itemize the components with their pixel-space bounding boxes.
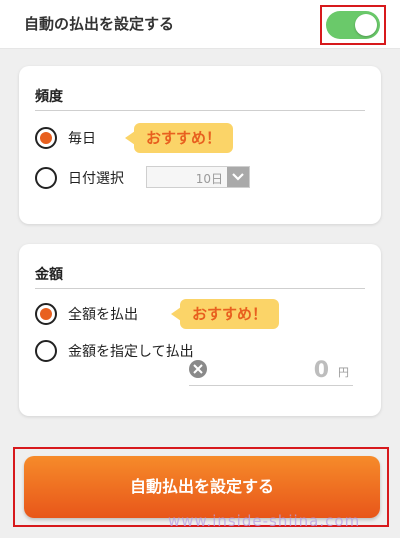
amount-card: 金額 全額を払出 おすすめ！ 金額を指定して払出 0 円 [19, 244, 381, 416]
submit-button[interactable]: 自動払出を設定する [24, 456, 380, 518]
divider [35, 110, 365, 111]
amount-unit: 円 [338, 366, 349, 379]
auto-withdraw-toggle[interactable] [326, 11, 380, 39]
radio-date-select[interactable] [35, 167, 57, 189]
clear-icon[interactable] [189, 360, 207, 378]
radio-daily[interactable] [35, 127, 57, 149]
recommend-badge-amount: おすすめ！ [170, 299, 280, 329]
radio-specify-amount-label[interactable]: 金額を指定して払出 [68, 341, 194, 361]
frequency-card: 頻度 毎日 おすすめ！ 日付選択 10日 [19, 66, 381, 224]
radio-full-amount-label[interactable]: 全額を払出 [68, 304, 138, 324]
amount-title: 金額 [35, 267, 63, 283]
amount-input-value: 0 [313, 358, 329, 383]
radio-specify-amount[interactable] [35, 340, 57, 362]
date-select[interactable]: 10日 [146, 166, 250, 188]
radio-date-select-label[interactable]: 日付選択 [68, 168, 124, 188]
watermark: www.inside-shiina.com [168, 512, 361, 530]
divider [35, 288, 365, 289]
amount-input[interactable]: 0 円 [189, 358, 353, 386]
date-select-value: 10日 [195, 172, 223, 186]
radio-daily-label[interactable]: 毎日 [68, 128, 96, 148]
frequency-title: 頻度 [35, 89, 63, 105]
toggle-knob [355, 14, 377, 36]
radio-full-amount[interactable] [35, 303, 57, 325]
page-title: 自動の払出を設定する [24, 15, 175, 33]
chevron-down-icon[interactable] [227, 167, 249, 187]
recommend-badge-frequency: おすすめ！ [124, 123, 234, 153]
